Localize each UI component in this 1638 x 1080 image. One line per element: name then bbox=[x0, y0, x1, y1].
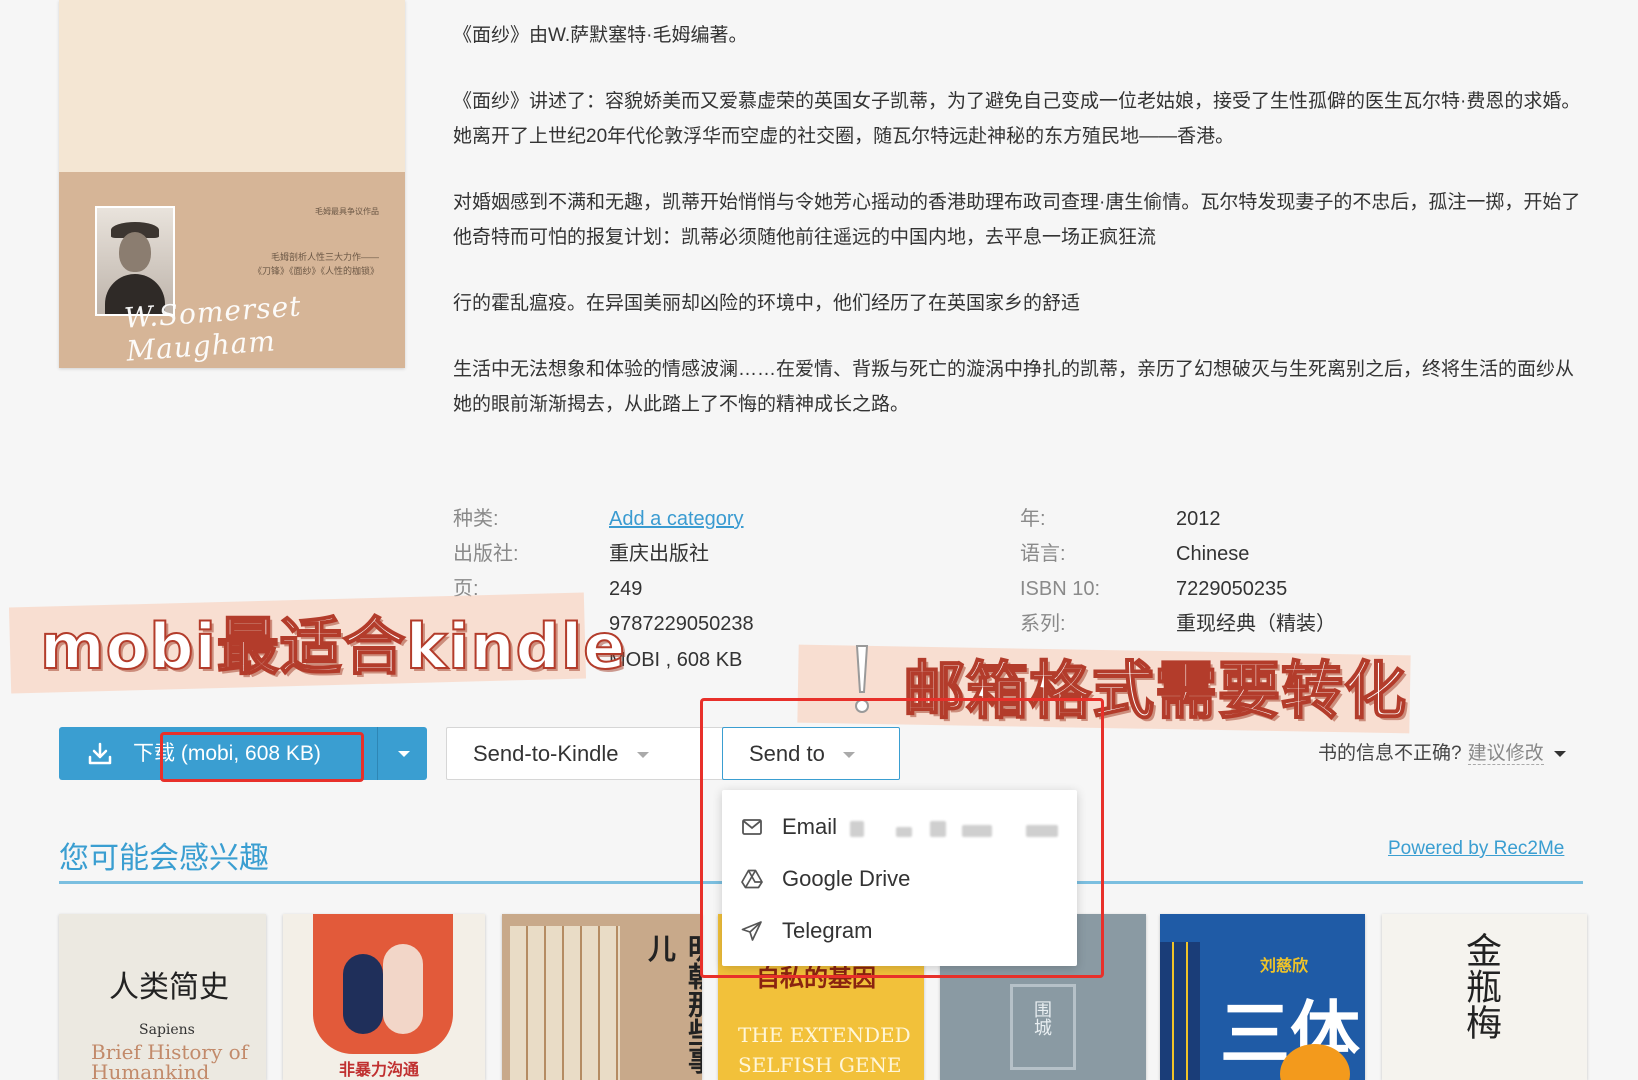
chevron-down-icon bbox=[398, 751, 410, 757]
cover-text-line: 毛姆剖析人性三大力作—— bbox=[270, 252, 379, 262]
isbn10-value: 7229050235 bbox=[1176, 578, 1288, 600]
description-paragraph: 对婚姻感到不满和无趣，凯蒂开始悄悄与令她芳心摇动的香港助理布政司查理·唐生偷情。… bbox=[453, 192, 1581, 248]
powered-by-link[interactable]: Powered by Rec2Me bbox=[1388, 838, 1564, 860]
chevron-down-icon[interactable] bbox=[1553, 750, 1566, 757]
cover-art bbox=[510, 926, 620, 1080]
isbn13-value: 9787229050238 bbox=[609, 613, 754, 635]
download-options-toggle[interactable] bbox=[378, 727, 427, 780]
cover-text-trilogy: 毛姆剖析人性三大力作—— 《刀锋》《面纱》《人性的枷锁》 bbox=[253, 250, 379, 278]
annotation-sticker-text: mobi最适合kindle bbox=[39, 609, 627, 684]
recommended-book[interactable]: 明朝那些事儿 bbox=[502, 914, 702, 1080]
cover-art bbox=[1160, 942, 1200, 1080]
send-to-kindle-button[interactable]: Send-to-Kindle bbox=[446, 727, 728, 780]
recommended-book[interactable]: 人类简史 Sapiens Brief History of Humankind bbox=[59, 914, 266, 1080]
recommended-book[interactable]: 非暴力沟通 bbox=[283, 914, 485, 1080]
category-label: 种类: bbox=[453, 508, 499, 530]
series-label: 系列: bbox=[1020, 613, 1066, 635]
language-label: 语言: bbox=[1020, 543, 1066, 565]
cover-text-line: 《刀锋》《面纱》《人性的枷锁》 bbox=[252, 266, 379, 276]
cover-art bbox=[343, 954, 383, 1034]
download-icon bbox=[88, 742, 112, 765]
book-subtitle-2: Brief History of Humankind bbox=[91, 1040, 249, 1080]
publisher-value: 重庆出版社 bbox=[609, 543, 709, 565]
publisher-label: 出版社: bbox=[453, 543, 519, 565]
isbn10-label: ISBN 10: bbox=[1020, 578, 1101, 600]
face-shape bbox=[119, 232, 151, 272]
book-author: 刘慈欣 bbox=[1260, 956, 1309, 975]
book-title: 明朝那些事儿 bbox=[644, 934, 702, 1074]
book-cover: 毛姆最具争议作品 毛姆剖析人性三大力作—— 《刀锋》《面纱》《人性的枷锁》 W.… bbox=[59, 0, 405, 368]
book-title: 围城 bbox=[1031, 1000, 1052, 1036]
description-paragraph: 生活中无法想象和体验的情感波澜……在爱情、背叛与死亡的漩涡中挣扎的凯蒂，亲历了幻… bbox=[453, 359, 1575, 415]
description-paragraph: 《面纱》讲述了：容貌娇美而又爱慕虚荣的英国女子凯蒂，为了避免自己变成一位老姑娘，… bbox=[453, 91, 1581, 147]
send-to-kindle-label: Send-to-Kindle bbox=[473, 741, 619, 766]
file-value: MOBI , 608 KB bbox=[609, 649, 743, 671]
add-category-link[interactable]: Add a category bbox=[609, 502, 744, 537]
book-description: 《面纱》由W.萨默塞特·毛姆编著。 《面纱》讲述了：容貌娇美而又爱慕虚荣的英国女… bbox=[453, 18, 1583, 453]
series-value: 重现经典（精装） bbox=[1176, 613, 1336, 635]
wrong-info: 书的信息不正确? 建议修改 bbox=[1318, 738, 1566, 765]
cover-bottom-panel: 毛姆最具争议作品 毛姆剖析人性三大力作—— 《刀锋》《面纱》《人性的枷锁》 W.… bbox=[59, 172, 405, 368]
book-title: 人类简史 bbox=[109, 970, 229, 1005]
book-title: 金瓶梅 bbox=[1460, 932, 1501, 1040]
recommendations-title: 您可能会感兴趣 bbox=[59, 842, 269, 875]
recommended-book[interactable]: 金瓶梅 bbox=[1382, 914, 1587, 1080]
year-label: 年: bbox=[1020, 508, 1046, 530]
suggest-edit-link[interactable]: 建议修改 bbox=[1467, 743, 1544, 765]
book-title: 非暴力沟通 bbox=[339, 1060, 420, 1079]
description-paragraph: 《面纱》由W.萨默塞特·毛姆编著。 bbox=[453, 25, 748, 46]
cover-text-small: 毛姆最具争议作品 bbox=[315, 207, 379, 216]
book-subtitle: THE EXTENDED SELFISH GENE bbox=[738, 1023, 911, 1077]
recommended-book[interactable]: 刘慈欣 三体 bbox=[1160, 914, 1365, 1080]
annotation-highlight-box bbox=[700, 698, 1104, 978]
description-paragraph: 行的霍乱瘟疫。在异国美丽却凶险的环境中，他们经历了在英国家乡的舒适 bbox=[453, 293, 1081, 314]
annotation-highlight-box bbox=[160, 732, 364, 782]
year-value: 2012 bbox=[1176, 508, 1221, 530]
wrong-info-label: 书的信息不正确? bbox=[1318, 743, 1462, 764]
language-value: Chinese bbox=[1176, 543, 1250, 565]
chevron-down-icon bbox=[636, 752, 649, 759]
book-subtitle: Sapiens bbox=[139, 1022, 195, 1038]
cover-art bbox=[383, 944, 423, 1034]
